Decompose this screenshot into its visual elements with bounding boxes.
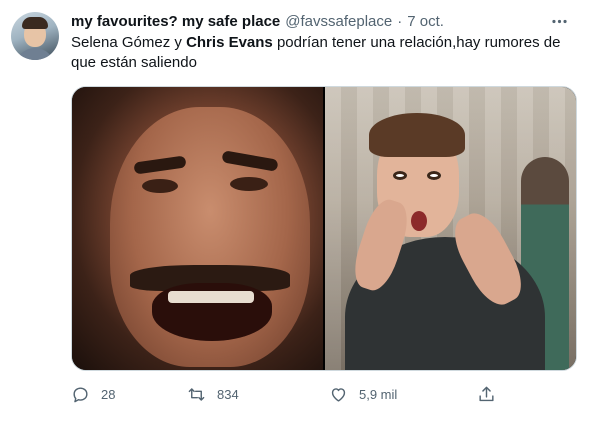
tweet-header: my favourites? my safe place @favssafepl… <box>71 11 571 31</box>
like-count: 5,9 mil <box>359 386 398 402</box>
share-button[interactable] <box>477 378 496 410</box>
eye-shape <box>427 171 441 180</box>
share-icon <box>477 385 496 404</box>
hair-shape <box>369 113 465 157</box>
tweet-date[interactable]: 7 oct. <box>407 13 444 30</box>
photo-boy-excited[interactable] <box>325 87 576 370</box>
eye-shape <box>142 179 178 193</box>
like-button[interactable]: 5,9 mil <box>329 378 397 410</box>
author-name[interactable]: my favourites? my safe place <box>71 13 280 30</box>
more-icon[interactable] <box>547 9 571 33</box>
tweet-text-part: Selena Gómez y <box>71 34 187 51</box>
avatar-shirt <box>15 48 55 60</box>
author-handle[interactable]: @favssafeplace <box>285 13 392 30</box>
reply-button[interactable]: 28 <box>71 378 115 410</box>
avatar-hair <box>22 17 48 29</box>
tweet-media <box>71 86 577 371</box>
eye-shape <box>230 177 268 191</box>
photo-man-open-mouth[interactable] <box>72 87 323 370</box>
tweet-text-bold: Chris Evans <box>186 34 273 51</box>
tweet[interactable]: my favourites? my safe place @favssafepl… <box>0 0 591 421</box>
tweet-actions: 28 834 5,9 mil <box>71 378 511 410</box>
retweet-icon <box>187 385 206 404</box>
retweet-button[interactable]: 834 <box>187 378 239 410</box>
avatar[interactable] <box>11 12 59 60</box>
eye-shape <box>393 171 407 180</box>
retweet-count: 834 <box>217 386 239 402</box>
separator: · <box>397 12 403 30</box>
heart-icon <box>329 385 348 404</box>
reply-count: 28 <box>101 386 116 402</box>
teeth-shape <box>168 291 254 303</box>
reply-icon <box>71 385 90 404</box>
mouth-shape <box>411 211 427 231</box>
tweet-text: Selena Gómez y Chris Evans podrían tener… <box>71 33 571 73</box>
